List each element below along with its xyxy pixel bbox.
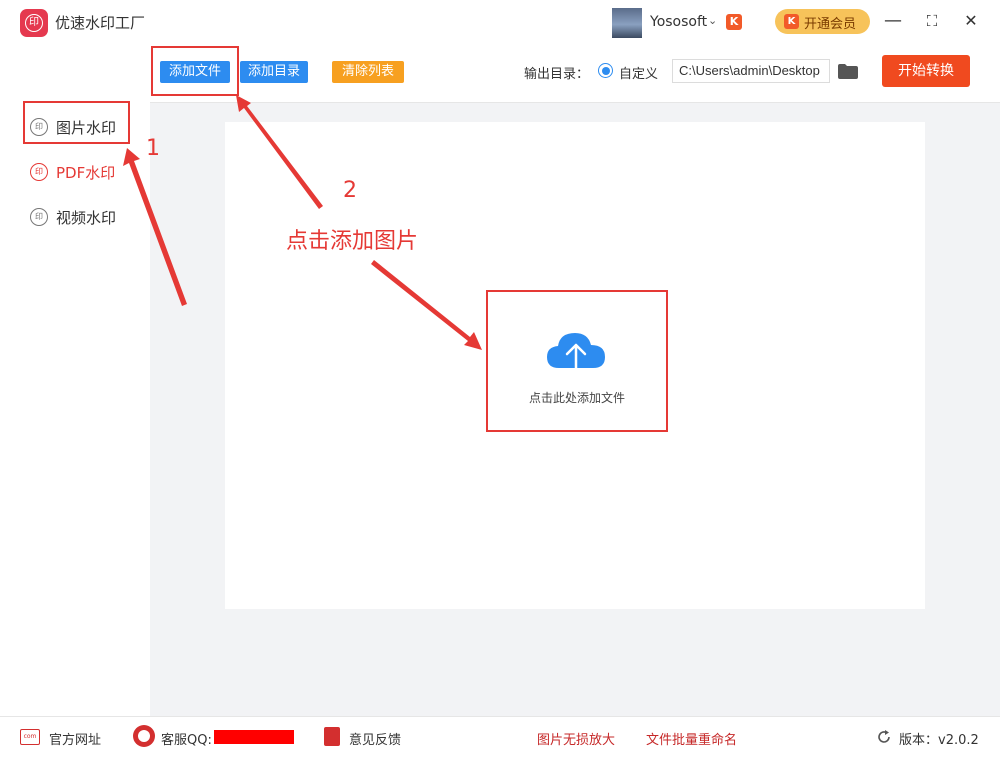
annotation-box-upload	[486, 290, 668, 432]
add-directory-button[interactable]: 添加目录	[240, 61, 308, 83]
customer-service-icon[interactable]	[133, 725, 155, 747]
feedback-icon[interactable]	[324, 727, 340, 746]
sidebar-item-label: PDF水印	[56, 164, 116, 182]
sidebar	[0, 44, 150, 716]
chevron-down-icon[interactable]: ⌄	[708, 14, 717, 27]
user-avatar[interactable]	[612, 8, 642, 38]
close-button[interactable]: ✕	[960, 10, 982, 32]
update-icon[interactable]	[876, 729, 892, 745]
footer-link-image-upscale[interactable]: 图片无损放大	[537, 729, 615, 748]
watermark-icon: 印	[30, 208, 48, 226]
clear-list-button[interactable]: 清除列表	[332, 61, 404, 83]
open-vip-label: 开通会员	[804, 17, 857, 32]
annotation-step-1: 1	[146, 136, 160, 161]
vip-icon: K	[784, 14, 799, 29]
custom-dir-radio[interactable]	[598, 63, 613, 78]
footer-website-link[interactable]: 官方网址	[49, 729, 101, 748]
username[interactable]: Yososoft	[650, 14, 707, 30]
custom-dir-label[interactable]: 自定义	[619, 63, 658, 82]
minimize-button[interactable]: —	[882, 10, 904, 32]
output-dir-label: 输出目录：	[524, 67, 590, 82]
folder-icon[interactable]	[838, 64, 858, 79]
sidebar-item-label: 视频水印	[56, 209, 117, 227]
output-path-input[interactable]: C:\Users\admin\Desktop	[672, 59, 830, 83]
app-title: 优速水印工厂	[55, 14, 146, 32]
version-label: 版本：v2.0.2	[899, 733, 979, 748]
watermark-icon: 印	[30, 163, 48, 181]
vip-badge-icon: K	[726, 14, 742, 30]
open-vip-button[interactable]: K 开通会员	[775, 9, 870, 34]
footer-qq-label[interactable]: 客服QQ:	[161, 729, 212, 748]
annotation-box-add-file	[151, 46, 239, 96]
website-icon[interactable]: com	[20, 729, 40, 745]
start-convert-button[interactable]: 开始转换	[882, 55, 970, 87]
annotation-box-sidebar	[23, 101, 130, 144]
footer-link-batch-rename[interactable]: 文件批量重命名	[646, 729, 737, 748]
annotation-step-2: 2	[343, 178, 357, 203]
maximize-button[interactable]: ⛶	[921, 10, 943, 32]
app-logo-icon: 印	[20, 9, 48, 37]
annotation-hint: 点击添加图片	[286, 229, 419, 254]
qq-number-redacted	[214, 730, 294, 744]
footer-feedback-link[interactable]: 意见反馈	[349, 729, 401, 748]
